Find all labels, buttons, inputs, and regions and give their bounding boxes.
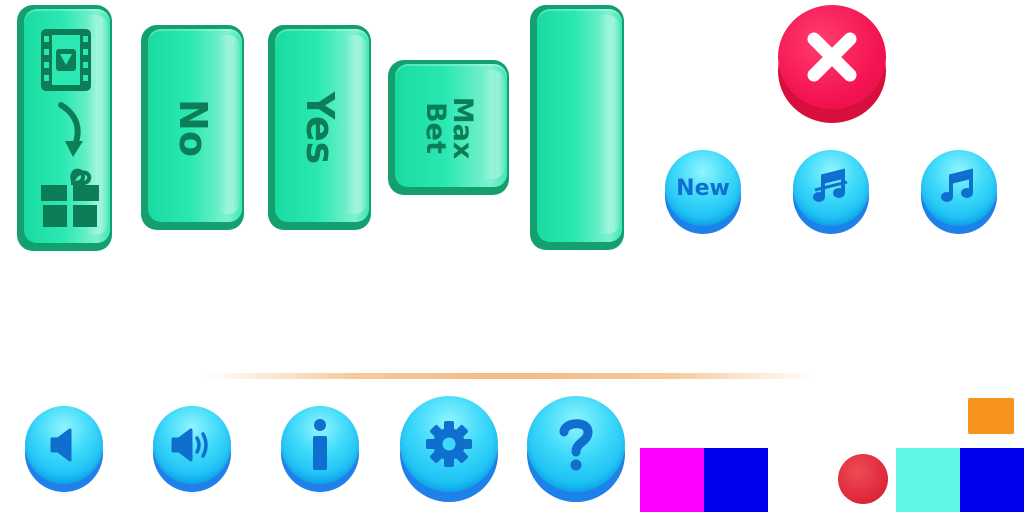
sound-on-button[interactable]: [153, 406, 231, 492]
button-gloss: [218, 35, 240, 214]
blue-swatch-2: [960, 448, 1024, 512]
button-gloss: [345, 35, 367, 214]
button-gloss: [598, 15, 620, 234]
glyph-wrap: [793, 150, 869, 226]
red-dot: [838, 454, 888, 504]
yes-button[interactable]: Yes: [268, 25, 371, 230]
glyph-wrap: [25, 406, 103, 484]
orange-swatch: [968, 398, 1014, 434]
info-icon: [313, 419, 327, 470]
music-off-button[interactable]: [793, 150, 869, 234]
speaker-wave-icon: [171, 428, 208, 462]
arrow-down-icon: [58, 102, 83, 157]
music-note-icon: [941, 168, 973, 202]
question-icon: [559, 419, 593, 471]
sound-off-button[interactable]: [25, 406, 103, 492]
watch-video-for-gift-button[interactable]: [17, 5, 112, 251]
film-icon: [41, 29, 91, 91]
speaker-icon: [50, 428, 72, 462]
no-label: No: [170, 98, 215, 157]
no-button[interactable]: No: [141, 25, 244, 230]
yes-label: Yes: [297, 91, 342, 164]
glyph-wrap: [527, 396, 625, 492]
gift-icon: [41, 168, 99, 227]
new-label: New: [676, 175, 730, 201]
help-button[interactable]: [527, 396, 625, 502]
gear-icon: [426, 421, 472, 467]
max-bet-button[interactable]: Max Bet: [388, 60, 509, 195]
glyph-wrap: [281, 406, 359, 484]
settings-button[interactable]: [400, 396, 498, 502]
close-button[interactable]: [778, 5, 886, 123]
blank-green-button[interactable]: [530, 5, 624, 250]
new-button[interactable]: New: [665, 150, 741, 234]
music-note-strike-icon: [813, 168, 848, 202]
max-bet-line1: Max: [446, 96, 478, 159]
glyph-wrap: [400, 396, 498, 492]
max-bet-label: Max Bet: [419, 96, 478, 159]
info-button[interactable]: [281, 406, 359, 492]
magenta-swatch: [640, 448, 704, 512]
cyan-swatch: [896, 448, 960, 512]
max-bet-line2: Bet: [419, 101, 451, 154]
glyph-wrap: [921, 150, 997, 226]
music-on-button[interactable]: [921, 150, 997, 234]
glow-divider: [205, 373, 817, 379]
new-label-wrap: New: [665, 150, 741, 226]
button-gloss: [483, 70, 505, 179]
blue-swatch: [704, 448, 768, 512]
glyph-wrap: [153, 406, 231, 484]
close-x-icon: [807, 32, 857, 82]
